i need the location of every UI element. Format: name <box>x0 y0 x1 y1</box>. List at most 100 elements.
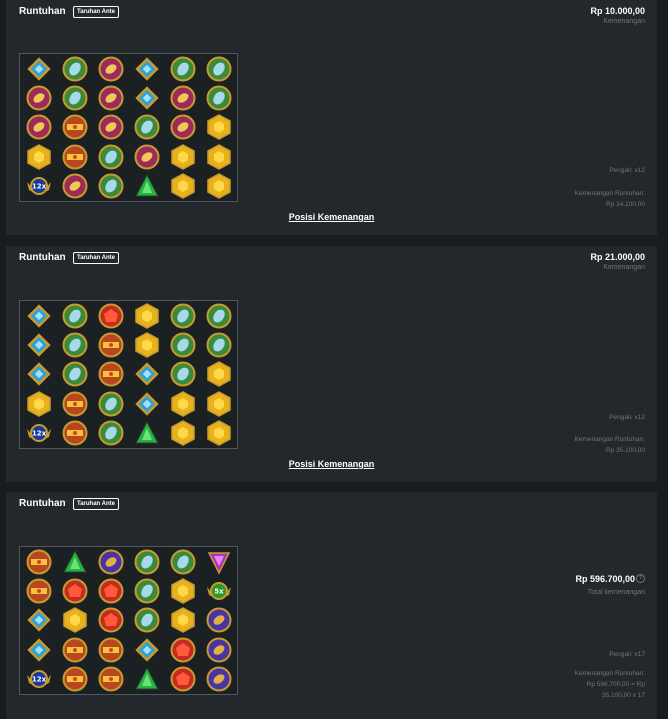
stone-symbol-icon <box>57 55 93 84</box>
diamond-symbol-icon <box>21 331 57 360</box>
win-label: Kemenangan <box>603 18 645 25</box>
stone-symbol-icon <box>93 171 129 200</box>
hexagon-symbol-icon <box>201 360 237 389</box>
triangle-symbol-icon <box>129 664 165 693</box>
multiplier-text: Pengali: x12 <box>609 167 645 174</box>
crown-symbol-icon <box>21 577 57 606</box>
stone-symbol-icon <box>93 418 129 447</box>
round-title: Runtuhan <box>19 498 66 509</box>
crown-symbol-icon <box>57 635 93 664</box>
hexagon-symbol-icon <box>201 389 237 418</box>
crown-symbol-icon <box>21 548 57 577</box>
crown-symbol-icon <box>93 331 129 360</box>
symbol-grid: 12x <box>19 300 238 449</box>
hexagon-symbol-icon <box>165 142 201 171</box>
ring-symbol-icon <box>93 55 129 84</box>
diamond-symbol-icon <box>21 302 57 331</box>
hexagon-symbol-icon <box>201 171 237 200</box>
stone-symbol-icon <box>129 113 165 142</box>
stone-symbol-icon <box>57 84 93 113</box>
ring-symbol-icon <box>21 113 57 142</box>
sapphire-symbol-icon <box>93 548 129 577</box>
crown-symbol-icon <box>57 113 93 142</box>
crown-symbol-icon <box>93 635 129 664</box>
stone-symbol-icon <box>165 360 201 389</box>
cascade-win-value: Rp 596.700,00 = Rp <box>586 681 645 688</box>
ante-badge: Taruhan Ante <box>73 498 120 510</box>
win-amount: Rp 10.000,00 <box>590 6 645 16</box>
hexagon-symbol-icon <box>21 389 57 418</box>
stone-symbol-icon <box>201 331 237 360</box>
ring-symbol-icon <box>93 113 129 142</box>
stone-symbol-icon <box>201 55 237 84</box>
diamond-symbol-icon <box>21 606 57 635</box>
cascade-win-label: Kemenangan Runtuhan: <box>574 190 645 197</box>
stone-symbol-icon <box>129 577 165 606</box>
round-title: Runtuhan <box>19 252 66 263</box>
svg-text:12x: 12x <box>31 182 46 190</box>
ruby-symbol-icon <box>93 302 129 331</box>
symbol-grid: 5x 12x <box>19 546 238 695</box>
multiplier-text: Pengali: x12 <box>609 414 645 421</box>
hexagon-symbol-icon <box>165 389 201 418</box>
stone-symbol-icon <box>57 302 93 331</box>
hexagon-symbol-icon <box>201 418 237 447</box>
ring-symbol-icon <box>165 84 201 113</box>
stone-symbol-icon <box>165 548 201 577</box>
hexagon-symbol-icon <box>165 577 201 606</box>
winning-positions-link[interactable]: Posisi Kemenangan <box>6 459 657 469</box>
cascade-win-value: Rp 35.100,00 <box>605 447 645 454</box>
crown-symbol-icon <box>57 142 93 171</box>
triangle-symbol-icon <box>57 548 93 577</box>
cascade-win-value: Rp 14.100,00 <box>605 201 645 208</box>
stone-symbol-icon <box>165 55 201 84</box>
sapphire-symbol-icon <box>201 635 237 664</box>
crown-symbol-icon <box>93 360 129 389</box>
cascade-win-formula: 35.100,00 x 17 <box>601 692 645 699</box>
round-panel: Runtuhan Taruhan Ante Rp 21.000,00 Kemen… <box>6 246 657 482</box>
stone-symbol-icon <box>57 331 93 360</box>
round-panel: Runtuhan Taruhan Ante 5x 12x Rp 596.700,0… <box>6 492 657 719</box>
stone-symbol-icon <box>129 606 165 635</box>
triangle-symbol-icon <box>129 171 165 200</box>
multiplier-text: Pengali: x17 <box>609 651 645 658</box>
hexagon-symbol-icon <box>165 418 201 447</box>
ruby-symbol-icon <box>93 606 129 635</box>
multiplier-12x-icon: 12x <box>21 664 57 693</box>
total-win-value: Rp 596.700,00 <box>575 574 635 584</box>
stone-symbol-icon <box>57 360 93 389</box>
ruby-symbol-icon <box>165 635 201 664</box>
sapphire-symbol-icon <box>201 664 237 693</box>
diamond-symbol-icon <box>129 55 165 84</box>
diamond-symbol-icon <box>129 360 165 389</box>
stone-symbol-icon <box>201 302 237 331</box>
crown-symbol-icon <box>93 664 129 693</box>
diamond-symbol-icon <box>129 84 165 113</box>
win-amount: Rp 21.000,00 <box>590 252 645 262</box>
round-title: Runtuhan <box>19 6 66 17</box>
ring-symbol-icon <box>21 84 57 113</box>
ante-badge: Taruhan Ante <box>73 6 120 18</box>
svg-text:12x: 12x <box>31 429 46 437</box>
diamond-symbol-icon <box>21 55 57 84</box>
total-win-label: Total kemenangan <box>587 589 645 596</box>
stone-symbol-icon <box>165 302 201 331</box>
cascade-win-label: Kemenangan Runtuhan: <box>574 670 645 677</box>
ruby-symbol-icon <box>165 664 201 693</box>
svg-text:5x: 5x <box>214 588 224 596</box>
hexagon-symbol-icon <box>129 331 165 360</box>
ruby-symbol-icon <box>57 577 93 606</box>
svg-text:12x: 12x <box>31 675 46 683</box>
ring-symbol-icon <box>93 84 129 113</box>
stone-symbol-icon <box>165 331 201 360</box>
help-icon[interactable]: ? <box>636 574 645 583</box>
round-panel: Runtuhan Taruhan Ante Rp 10.000,00 Kemen… <box>6 0 657 235</box>
hexagon-symbol-icon <box>165 606 201 635</box>
diamond-symbol-icon <box>129 389 165 418</box>
multiplier-5x-icon: 5x <box>201 577 237 606</box>
ante-badge: Taruhan Ante <box>73 252 120 264</box>
hexagon-symbol-icon <box>57 606 93 635</box>
winning-positions-link[interactable]: Posisi Kemenangan <box>6 212 657 222</box>
win-label: Kemenangan <box>603 264 645 271</box>
stone-symbol-icon <box>129 548 165 577</box>
